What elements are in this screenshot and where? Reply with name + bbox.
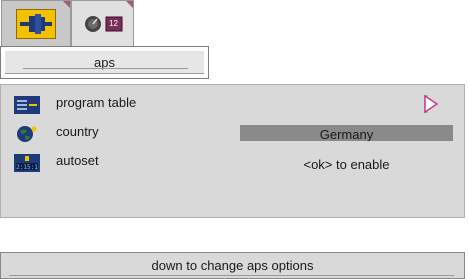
menu-item-label: program table <box>56 95 137 110</box>
status-bar: down to change aps options <box>0 252 465 279</box>
country-value-selected[interactable]: Germany <box>240 125 453 141</box>
menu-item-program-table[interactable]: program table <box>14 94 136 116</box>
autoset-hint: <ok> to enable <box>303 157 390 172</box>
tab-aps-settings[interactable] <box>1 0 71 46</box>
globe-icon <box>14 125 40 143</box>
antenna-connector-icon <box>16 8 56 39</box>
status-hint: down to change aps options <box>151 258 314 273</box>
submenu-arrow-icon[interactable] <box>424 94 439 114</box>
tab-corner-marker <box>63 1 70 8</box>
tab-corner-marker <box>126 1 133 8</box>
menu-item-autoset[interactable]: 2:15:1 autoset <box>14 152 99 174</box>
country-value: Germany <box>319 127 374 141</box>
program-table-icon <box>14 96 40 114</box>
menu-item-country[interactable]: country <box>14 123 99 145</box>
breadcrumb: aps <box>0 46 209 79</box>
autoset-value: <ok> to enable <box>240 155 453 175</box>
tab-timer[interactable]: 12 <box>71 0 134 46</box>
timer-badge: 12 <box>109 18 118 28</box>
menu-item-label: country <box>56 124 99 139</box>
svg-text:2:15:1: 2:15:1 <box>16 164 38 171</box>
menu-item-label: autoset <box>56 153 99 168</box>
clock-dial-icon: 12 <box>81 10 125 38</box>
autoset-icon: 2:15:1 <box>14 154 40 172</box>
breadcrumb-inner: aps <box>5 51 204 74</box>
